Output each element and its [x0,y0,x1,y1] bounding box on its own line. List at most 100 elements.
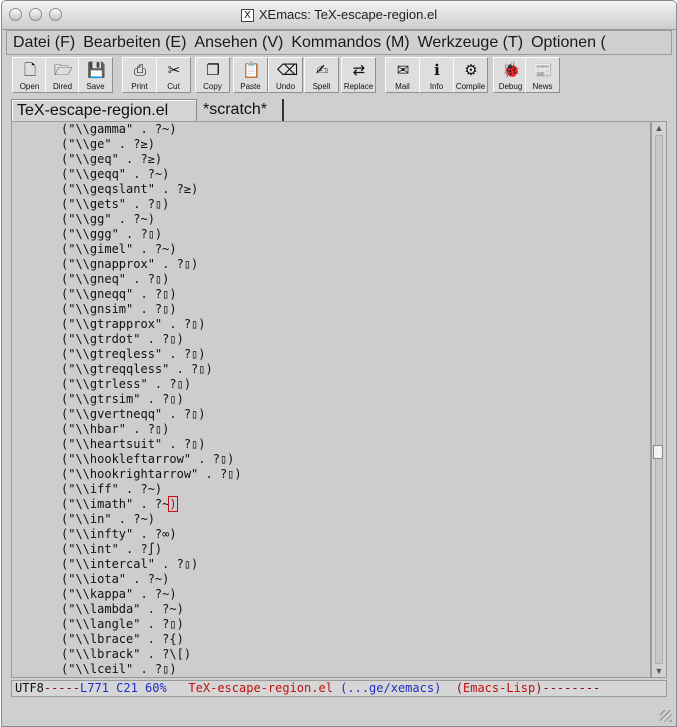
code-line-text: ("\\hbar" . ?▯) [61,422,170,436]
compile-button[interactable]: ⚙ Compile [453,57,488,93]
code-line-text: ("\\gtreqqless" . ?▯) [61,362,213,376]
code-line-text: ("\\gneqq" . ?▯) [61,287,177,301]
code-line-text: ("\\lbrack" . ?\[) [61,647,192,661]
code-line-text: ("\\iota" . ?~) [61,572,170,586]
copy-icon: ❐ [206,61,220,79]
code-line-text: ("\\gamma" . ?~) [61,122,177,136]
print-button[interactable]: ⎙ Print [122,57,157,93]
toolbar-button-label: Replace [343,82,374,91]
toolbar-button-label: Paste [240,82,261,91]
code-line: ("\\gtrapprox" . ?▯) [61,317,242,332]
tab-scratch[interactable]: *scratch* [198,99,284,121]
code-line-text: ("\\gtrless" . ?▯) [61,377,192,391]
code-line-text: ("\\gneq" . ?▯) [61,272,170,286]
code-line-text: ("\\geq" . ?≥) [61,152,163,166]
undo-icon: ⌫ [277,61,299,79]
toolbar-button-label: Info [429,82,444,91]
news-button[interactable]: 📰 News [525,57,560,93]
compile-icon: ⚙ [464,61,478,79]
cut-button[interactable]: ✂ Cut [156,57,191,93]
code-line-text: ("\\hookrightarrow" . ?▯) [61,467,242,481]
menu-item-3[interactable]: Kommandos (M) [285,31,411,54]
text-cursor: ) [168,496,178,512]
menu-item-4[interactable]: Werkzeuge (T) [412,31,526,54]
open-icon: 🗋 [23,61,37,79]
code-line: ("\\infty" . ?∞) [61,527,242,542]
code-line-text: ("\\geqq" . ?~) [61,167,170,181]
modeline-buffer-name[interactable]: TeX-escape-region.el [188,681,333,695]
code-line-text: ("\\gtrapprox" . ?▯) [61,317,206,331]
code-line-text: ("\\ggg" . ?▯) [61,227,163,241]
open-button[interactable]: 🗋 Open [12,57,47,93]
copy-button[interactable]: ❐ Copy [195,57,230,93]
menu-item-1[interactable]: Bearbeiten (E) [77,31,188,54]
code-line: ("\\gtrsim" . ?▯) [61,392,242,407]
minibuffer[interactable] [11,699,667,721]
modeline-major-mode[interactable]: Emacs-Lisp [463,681,535,695]
replace-icon: ⇄ [352,61,366,79]
undo-button[interactable]: ⌫ Undo [268,57,303,93]
cut-icon: ✂ [167,61,181,79]
save-icon: 💾 [87,61,106,79]
code-line: ("\\hookleftarrow" . ?▯) [61,452,242,467]
spell-button[interactable]: ✍ Spell [304,57,339,93]
save-button[interactable]: 💾 Save [78,57,113,93]
toolbar-button-label: Spell [312,82,331,91]
code-line-text: ("\\gvertneqq" . ?▯) [61,407,206,421]
scroll-down-arrow-icon[interactable]: ▼ [654,666,664,676]
code-line-text: ("\\geqslant" . ?≥) [61,182,199,196]
scrollbar-thumb[interactable] [653,445,663,460]
mail-button[interactable]: ✉ Mail [385,57,420,93]
code-line: ("\\gg" . ?~) [61,212,242,227]
mail-icon: ✉ [396,61,410,79]
code-line: ("\\gimel" . ?~) [61,242,242,257]
code-line: ("\\gtreqqless" . ?▯) [61,362,242,377]
scrollbar-track[interactable] [655,135,663,664]
paste-button[interactable]: 📋 Paste [233,57,268,93]
menu-item-0[interactable]: Datei (F) [7,31,77,54]
code-line: ("\\gnsim" . ?▯) [61,302,242,317]
code-line: ("\\imath" . ?~) [61,496,242,512]
toolbar-button-label: Undo [275,82,296,91]
code-line: ("\\gneqq" . ?▯) [61,287,242,302]
title-bar: X XEmacs: TeX-escape-region.el [2,1,676,30]
code-line-text: ("\\gtrdot" . ?▯) [61,332,184,346]
code-line-text: ("\\lceil" . ?▯) [61,662,177,676]
info-button[interactable]: ℹ Info [419,57,454,93]
code-line-text: ("\\int" . ?∫) [61,542,163,556]
code-line: ("\\hookrightarrow" . ?▯) [61,467,242,482]
scroll-up-arrow-icon[interactable]: ▲ [654,123,664,133]
toolbar-button-label: News [532,82,553,91]
code-line-text: ("\\in" . ?~) [61,512,155,526]
toolbar-button-label: Dired [52,82,73,91]
modeline-coding: UTF8 [15,681,44,695]
editor-buffer[interactable]: ("\\gamma" . ?~) ("\\ge" . ?≥) ("\\geq" . … [11,121,651,678]
code-line-text: ("\\gnsim" . ?▯) [61,302,177,316]
resize-grip-icon[interactable] [660,710,672,722]
code-line: ("\\geqq" . ?~) [61,167,242,182]
vertical-scrollbar[interactable]: ▲ ▼ [651,121,667,678]
toolbar-button-label: Mail [395,82,410,91]
code-line-text: ("\\heartsuit" . ?▯) [61,437,206,451]
replace-button[interactable]: ⇄ Replace [341,57,376,93]
buffer-lines: ("\\gamma" . ?~) ("\\ge" . ?≥) ("\\geq" . … [61,122,242,677]
code-line: ("\\lbrack" . ?\[) [61,647,242,662]
code-line: ("\\lambda" . ?~) [61,602,242,617]
modeline-dashes-end: -------- [542,681,601,695]
tab-tex-escape-region[interactable]: TeX-escape-region.el [11,99,197,121]
code-line: ("\\iff" . ?~) [61,482,242,497]
debug-button[interactable]: 🐞 Debug [493,57,528,93]
modeline-mode-open: ( [455,681,463,695]
code-line: ("\\heartsuit" . ?▯) [61,437,242,452]
news-icon: 📰 [534,61,553,79]
code-line-text: ("\\iff" . ?~) [61,482,163,496]
menu-item-2[interactable]: Ansehen (V) [188,31,285,54]
spell-icon: ✍ [315,61,329,79]
code-line: ("\\geqslant" . ?≥) [61,182,242,197]
code-line-text: ("\\lambda" . ?~) [61,602,184,616]
code-line-text: ("\\kappa" . ?~) [61,587,177,601]
code-line: ("\\ggg" . ?▯) [61,227,242,242]
dired-icon: 🗁 [54,61,73,79]
menu-item-5[interactable]: Optionen ( [525,31,608,54]
dired-button[interactable]: 🗁 Dired [45,57,80,93]
